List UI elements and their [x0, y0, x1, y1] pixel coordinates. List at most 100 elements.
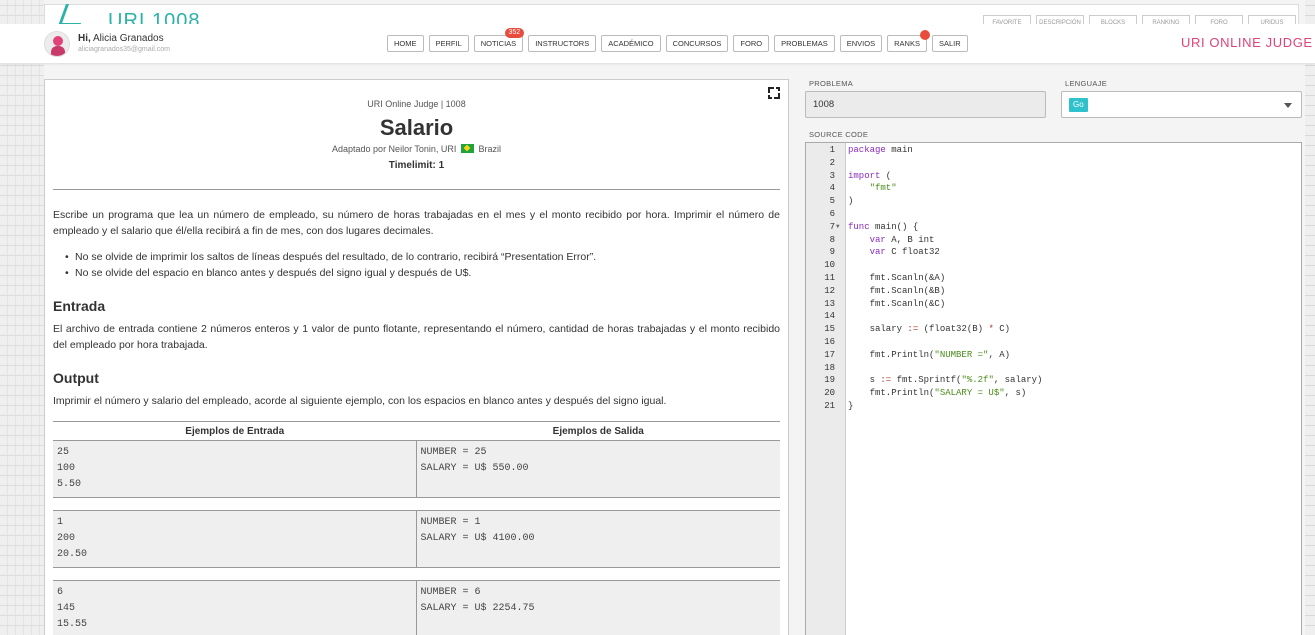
- expand-icon[interactable]: [768, 87, 780, 99]
- judge-line: URI Online Judge | 1008: [367, 99, 466, 109]
- nav-perfil-button[interactable]: PERFIL: [428, 35, 469, 52]
- brand-logo[interactable]: URI ONLINE JUDGE: [1181, 35, 1313, 50]
- code-line: 5): [806, 195, 1301, 208]
- nav-home-button[interactable]: HOME: [387, 35, 424, 52]
- code-line: 13 fmt.Scanln(&C): [806, 298, 1301, 311]
- background-sketch-right: [1305, 0, 1315, 635]
- nav-label: RANKS: [894, 39, 920, 48]
- code-text: }: [848, 401, 854, 411]
- nav-label: PERFIL: [435, 39, 462, 48]
- code-line: 9 var C float32: [806, 246, 1301, 259]
- line-number: 17: [824, 349, 835, 360]
- nav-foro-button[interactable]: FORO: [733, 35, 770, 52]
- adapted-country: Brazil: [478, 144, 501, 154]
- user-name: Alicia Granados: [93, 33, 164, 44]
- example-output: NUMBER = 1 SALARY = U$ 4100.00: [420, 517, 535, 544]
- language-chip: Go: [1069, 98, 1088, 112]
- code-line: 19 s := fmt.Sprintf("%.2f", salary): [806, 374, 1301, 387]
- code-text: var A, B int: [869, 234, 935, 245]
- line-number: 1: [829, 145, 835, 155]
- code-line: 11 fmt.Scanln(&A): [806, 272, 1301, 285]
- greeting-hi: Hi,: [78, 33, 91, 44]
- language-label: LENGUAJE: [1065, 79, 1107, 88]
- example-input: 25 100 5.50: [53, 441, 417, 497]
- adapted-by: Adaptado por Neilor Tonin, URI Brazil: [45, 144, 788, 154]
- nav-label: SALIR: [938, 39, 961, 48]
- problem-id-field[interactable]: 1008: [805, 91, 1046, 118]
- note-item: No se olvide de imprimir los saltos de l…: [65, 249, 780, 265]
- code-line: 14: [806, 310, 1301, 323]
- examples-output-header: Ejemplos de Salida: [552, 426, 644, 437]
- line-number: 9: [829, 247, 835, 258]
- main-nav: HOME PERFIL NOTICIAS 352 INSTRUCTORS ACADÉMIC…: [387, 28, 968, 52]
- nav-envios-button[interactable]: ENVIOS: [839, 35, 883, 52]
- code-line: 10: [806, 259, 1301, 272]
- examples-header: Ejemplos de Entrada Ejemplos de Salida: [53, 421, 780, 441]
- output-description: Imprimir el número y salario del emplead…: [53, 395, 667, 407]
- notification-badge: 352: [504, 28, 525, 38]
- nav-instructors-button[interactable]: INSTRUCTORS: [528, 35, 597, 52]
- source-code-label: SOURCE CODE: [809, 130, 869, 139]
- nav-salir-button[interactable]: SALIR: [931, 35, 968, 52]
- code-line: 1 package main: [806, 144, 1301, 157]
- code-text: fmt.Scanln(&A): [848, 273, 946, 283]
- line-number: 8: [829, 234, 835, 245]
- problem-notes: No se olvide de imprimir los saltos de l…: [65, 249, 780, 281]
- example-output: NUMBER = 25 SALARY = U$ 550.00: [420, 447, 529, 474]
- code-text: "fmt": [869, 183, 897, 194]
- nav-concursos-button[interactable]: CONCURSOS: [665, 35, 729, 52]
- chevron-down-icon: [1284, 103, 1292, 108]
- nav-acadmico-button[interactable]: ACADÉMICO: [601, 35, 661, 52]
- examples-table: Ejemplos de Entrada Ejemplos de Salida 2…: [53, 421, 780, 635]
- line-number: 21: [824, 401, 835, 411]
- ghost-title: URI 1008: [108, 10, 201, 24]
- nav-label: FORO: [740, 39, 763, 48]
- example-output: NUMBER = 6 SALARY = U$ 2254.75: [420, 587, 535, 614]
- nav-noticias-button[interactable]: NOTICIAS 352: [473, 28, 525, 52]
- background-sketch: [0, 0, 44, 635]
- code-line: 3 import (: [806, 170, 1301, 183]
- input-heading: Entrada: [53, 298, 106, 314]
- examples-input-header: Ejemplos de Entrada: [185, 426, 285, 437]
- code-text: fmt.Scanln(&C): [848, 298, 946, 309]
- line-number: 10: [824, 260, 835, 271]
- code-text: s := fmt.Sprintf("%.2f", salary): [848, 375, 1043, 386]
- fold-arrow-icon[interactable]: ▼: [836, 221, 840, 234]
- nav-label: CONCURSOS: [672, 39, 722, 48]
- problem-description: Escribe un programa que lea un número de…: [53, 209, 780, 237]
- language-select[interactable]: Go: [1061, 91, 1302, 118]
- code-text: fmt.Println("SALARY = U$", s): [848, 388, 1027, 399]
- adapted-author: Adaptado por Neilor Tonin, URI: [332, 144, 457, 154]
- code-text: fmt.Println("NUMBER =", A): [848, 349, 1011, 360]
- example-row: 1 200 20.50 NUMBER = 1 SALARY = U$ 4100.0…: [53, 511, 780, 568]
- top-navbar: Hi, Alicia Granados aliciagranados35@gma…: [0, 24, 1315, 64]
- nav-problemas-button[interactable]: PROBLEMAS: [774, 35, 835, 52]
- example-input: 1 200 20.50: [53, 511, 417, 567]
- avatar[interactable]: [44, 31, 70, 57]
- examples-separator: [53, 498, 780, 511]
- line-number: 20: [824, 388, 835, 399]
- note-item: No se olvide del espacio en blanco antes…: [65, 265, 780, 281]
- code-line: 8 var A, B int: [806, 234, 1301, 247]
- nav-ranks-button[interactable]: RANKS: [887, 30, 930, 52]
- line-number: 6: [829, 209, 835, 219]
- code-line: 2: [806, 157, 1301, 170]
- nav-label: PROBLEMAS: [781, 39, 828, 48]
- code-text: fmt.Scanln(&B): [848, 285, 946, 296]
- code-line: 16: [806, 336, 1301, 349]
- ranks-alert-dot: [919, 30, 930, 40]
- code-text: func main() {: [848, 221, 919, 232]
- example-input: 6 145 15.55: [53, 581, 417, 635]
- line-number: 19: [824, 375, 835, 386]
- code-line: 20 fmt.Println("SALARY = U$", s): [806, 387, 1301, 400]
- nav-label: ENVIOS: [846, 39, 876, 48]
- user-email: aliciagranados35@gmail.com: [78, 46, 170, 53]
- example-row: 25 100 5.50 NUMBER = 25 SALARY = U$ 550.0…: [53, 441, 780, 498]
- code-line: 21}: [806, 400, 1301, 413]
- nav-label: INSTRUCTORS: [535, 39, 590, 48]
- input-description: El archivo de entrada contiene 2 números…: [53, 323, 780, 351]
- code-line: 7 ▼ func main() {: [806, 221, 1301, 234]
- divider: [53, 189, 780, 190]
- code-editor[interactable]: 1 package main 2 3 import (4 "fmt" 5) 6 7 ▼ func …: [805, 142, 1302, 635]
- line-number: 5: [829, 196, 835, 207]
